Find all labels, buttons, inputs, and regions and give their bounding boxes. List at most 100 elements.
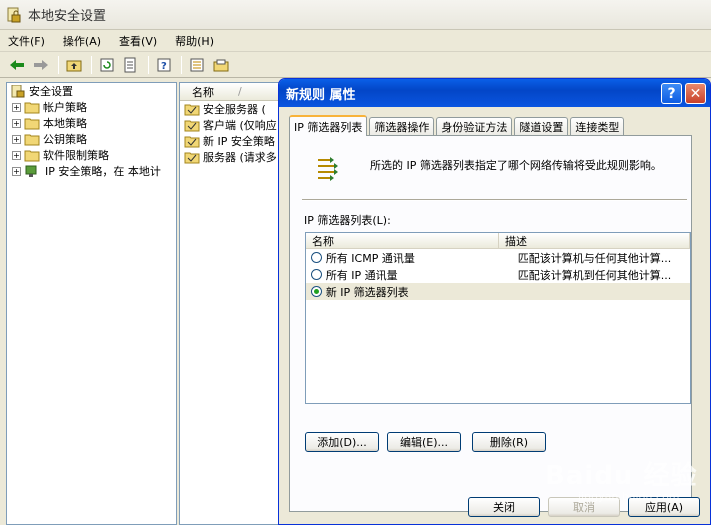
tab-filter-action[interactable]: 筛选器操作 — [369, 117, 435, 135]
radio-dot — [313, 289, 319, 294]
policy-icon — [184, 152, 200, 163]
description-text: 所选的 IP 筛选器列表指定了哪个网络传输将受此规则影响。 — [370, 159, 662, 172]
refresh-button[interactable] — [96, 54, 118, 76]
radio-button[interactable] — [311, 252, 322, 263]
filter-list-label: IP 筛选器列表(L): — [304, 214, 391, 227]
list-item-label: 服务器 (请求多 — [203, 151, 277, 164]
list-item-label: 客户端 (仅响应 — [203, 119, 277, 132]
filter-row-selected[interactable]: 新 IP 筛选器列表 — [306, 283, 690, 300]
folder-icon — [24, 118, 40, 129]
add-button[interactable]: 添加(D)... — [305, 432, 379, 452]
tree-item-account-policy[interactable]: + 帐户策略 — [7, 99, 176, 115]
tree-item-software-restriction[interactable]: + 软件限制策略 — [7, 147, 176, 163]
export-button[interactable] — [120, 54, 142, 76]
menu-help[interactable]: 帮助(H) — [175, 33, 214, 49]
policy-icon — [184, 120, 200, 131]
refresh-icon — [100, 58, 114, 71]
toolbar-separator — [58, 55, 59, 74]
tab-connection-type[interactable]: 连接类型 — [570, 117, 625, 135]
tree-item-ip-security[interactable]: + IP 安全策略，在 本地计 — [7, 163, 176, 179]
security-settings-icon — [7, 7, 21, 22]
filter-row[interactable]: 所有 IP 通讯量 匹配该计算机到任何其他计算... — [306, 266, 690, 283]
up-folder-icon — [66, 60, 82, 71]
tab-tunnel-settings[interactable]: 隧道设置 — [514, 117, 569, 135]
list-item-label: 安全服务器 ( — [203, 103, 266, 116]
remove-button[interactable]: 删除(R) — [472, 432, 546, 452]
radio-button-checked[interactable] — [311, 286, 322, 297]
properties-icon — [190, 58, 204, 71]
filter-name: 所有 ICMP 通讯量 — [325, 251, 415, 265]
list-item-label: 新 IP 安全策略 — [203, 135, 275, 148]
filter-desc: 匹配该计算机到任何其他计算... — [517, 268, 672, 282]
help-button[interactable]: ? — [661, 83, 682, 104]
menu-bar: 文件(F) 操作(A) 查看(V) 帮助(H) — [0, 30, 711, 52]
expand-icon[interactable]: + — [12, 166, 21, 176]
tab-ip-filter-list[interactable]: IP 筛选器列表 — [289, 115, 368, 136]
column-name[interactable]: 名称 — [306, 233, 499, 248]
ip-security-policy-icon — [25, 165, 37, 177]
filter-list[interactable]: 名称 描述 所有 ICMP 通讯量 匹配该计算机与任何其他计算... 所有 IP… — [305, 232, 691, 404]
filter-list-icon — [318, 157, 338, 181]
tree-item-public-key-policy[interactable]: + 公钥策略 — [7, 131, 176, 147]
folder-icon — [24, 102, 40, 113]
security-settings-icon — [11, 84, 25, 97]
edit-button[interactable]: 编辑(E)... — [387, 432, 461, 452]
tree-item-label: 软件限制策略 — [43, 149, 109, 162]
tree-pane: 安全设置 + 帐户策略 + 本地策略 + 公钥策略 + 软件限制策略 + IP … — [6, 82, 177, 525]
up-level-button[interactable] — [63, 54, 85, 76]
toolbar: ? — [0, 52, 711, 78]
policy-icon — [184, 136, 200, 147]
filter-desc: 匹配该计算机与任何其他计算... — [517, 251, 672, 265]
menu-view[interactable]: 查看(V) — [119, 33, 157, 49]
filter-name: 新 IP 筛选器列表 — [325, 285, 409, 299]
close-icon[interactable]: ✕ — [685, 83, 706, 104]
tree-item-local-policy[interactable]: + 本地策略 — [7, 115, 176, 131]
name-column-label: 名称 — [192, 85, 214, 99]
folder-icon — [24, 134, 40, 145]
back-button[interactable] — [6, 54, 28, 76]
window-title: 本地安全设置 — [28, 9, 107, 24]
expand-icon[interactable]: + — [12, 102, 21, 112]
main-title-bar: 本地安全设置 — [0, 0, 711, 30]
filter-list-header: 名称 描述 — [306, 233, 690, 249]
tree-item-label: IP 安全策略，在 本地计 — [43, 163, 163, 179]
tab-strip: IP 筛选器列表 筛选器操作 身份验证方法 隧道设置 连接类型 — [289, 115, 626, 136]
assign-policy-icon — [213, 59, 229, 71]
radio-button[interactable] — [311, 269, 322, 280]
help-toolbar-button[interactable]: ? — [153, 54, 175, 76]
forward-button[interactable] — [30, 54, 52, 76]
assign-button[interactable] — [210, 54, 232, 76]
expand-icon[interactable]: + — [12, 134, 21, 144]
tree-item-label: 本地策略 — [43, 117, 87, 130]
expand-icon[interactable]: + — [12, 118, 21, 128]
back-arrow-icon — [10, 59, 24, 70]
tree-root[interactable]: 安全设置 — [7, 83, 176, 99]
filter-row[interactable]: 所有 ICMP 通讯量 匹配该计算机与任何其他计算... — [306, 249, 690, 266]
close-button[interactable]: 关闭 — [468, 497, 540, 517]
menu-action[interactable]: 操作(A) — [63, 33, 101, 49]
baidu-watermark-url: jingyan.baidu.com — [578, 490, 680, 503]
baidu-watermark: Baidu 经验 — [545, 461, 698, 491]
dialog-title: 新规则 属性 — [286, 87, 356, 103]
tab-authentication[interactable]: 身份验证方法 — [436, 117, 513, 135]
tree-root-label: 安全设置 — [29, 85, 73, 98]
tree-item-label: 公钥策略 — [43, 133, 87, 146]
folder-icon — [24, 150, 40, 161]
properties-button[interactable] — [186, 54, 208, 76]
toolbar-separator — [181, 55, 182, 74]
divider — [302, 199, 687, 201]
sort-arrow-icon: / — [238, 85, 242, 98]
dialog-title-bar[interactable]: 新规则 属性 ? ✕ — [279, 79, 710, 107]
policy-icon — [184, 104, 200, 115]
column-description[interactable]: 描述 — [499, 233, 690, 248]
expand-icon[interactable]: + — [12, 150, 21, 160]
svg-text:?: ? — [161, 61, 167, 72]
toolbar-separator — [148, 55, 149, 74]
toolbar-separator — [91, 55, 92, 74]
filter-name: 所有 IP 通讯量 — [325, 268, 398, 282]
tree-item-label: 帐户策略 — [43, 101, 87, 114]
forward-arrow-icon — [34, 59, 48, 70]
menu-file[interactable]: 文件(F) — [8, 33, 45, 49]
help-book-icon: ? — [157, 58, 171, 72]
export-list-icon — [124, 57, 136, 72]
